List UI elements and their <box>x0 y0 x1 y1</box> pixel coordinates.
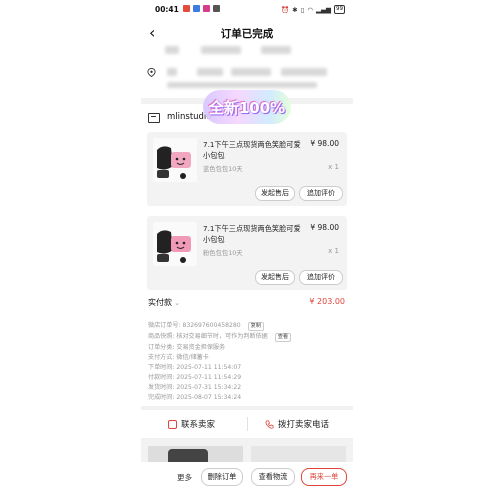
product-thumbnail <box>153 222 197 266</box>
order-time-line: 下单时间: 2025-07-11 11:54:07 <box>148 364 242 371</box>
status-time: 00:41 <box>155 5 179 14</box>
wifi-icon: ◠ <box>307 5 313 14</box>
phone-screen: 00:41 ⏰ ✱ ▯ ◠ ▂▄▆ 99 ‹ 订单已完成 mlinstudio … <box>141 0 353 492</box>
view-snapshot-button[interactable]: 查看 <box>274 333 292 342</box>
shop-order-card: mlinstudio 7.1下午三点现货两色笑脸可爱小包包 ¥ 98.00 蓝色… <box>141 104 353 292</box>
badge-text: 全新100% <box>208 98 286 117</box>
product-quantity: x 1 <box>328 247 339 255</box>
add-review-button[interactable]: 追加评价 <box>299 270 343 285</box>
product-spec: 粉色包包10天 <box>203 250 243 257</box>
order-info: 微店订单号: 8326976004582​80 复制 商品快照: 核对交易细节时… <box>141 314 353 406</box>
ship-time-line: 发货时间: 2025-07-31 15:34:22 <box>148 384 242 391</box>
brand-new-badge: 全新100% <box>203 90 291 124</box>
blurred-address-line <box>201 46 241 54</box>
app-notification-icon <box>183 5 190 12</box>
add-review-button[interactable]: 追加评价 <box>299 186 343 201</box>
order-number-line: 微店订单号: 8326976004582​80 复制 <box>148 320 264 331</box>
more-button[interactable]: 更多 <box>177 472 192 483</box>
app-notification-icon <box>193 5 200 12</box>
chevron-down-icon: ⌄ <box>172 299 181 307</box>
phone-icon <box>265 419 274 429</box>
battery-icon: 99 <box>334 5 345 14</box>
paid-amount: ¥ 203.00 <box>309 297 345 306</box>
blurred-recipient <box>281 68 327 76</box>
status-bar: 00:41 ⏰ ✱ ▯ ◠ ▂▄▆ 99 <box>141 0 353 20</box>
paid-label: 实付款 ⌄ <box>148 298 181 307</box>
alarm-icon: ⏰ <box>281 5 290 14</box>
location-pin-icon <box>147 68 156 77</box>
product-spec: 蓝色包包10天 <box>203 166 243 173</box>
delete-order-button[interactable]: 删除订单 <box>201 468 243 486</box>
blurred-address-line <box>261 46 291 54</box>
product-quantity: x 1 <box>328 163 339 171</box>
order-item[interactable]: 7.1下午三点现货两色笑脸可爱小包包 ¥ 98.00 蓝色包包10天 x 1 发… <box>147 132 347 206</box>
snapshot-line: 商品快照: 核对交易细节时，可作为判断依据 查看 <box>148 331 292 342</box>
product-price: ¥ 98.00 <box>310 223 339 232</box>
view-logistics-button[interactable]: 查看物流 <box>251 468 295 486</box>
reorder-button[interactable]: 再来一单 <box>301 468 347 486</box>
payment-row[interactable]: 实付款 ⌄ ¥ 203.00 <box>141 292 353 314</box>
payment-method-line: 支付方式: 微信/储蓄卡 <box>148 354 209 361</box>
app-notification-icon <box>203 5 210 12</box>
divider <box>247 417 248 431</box>
blurred-recipient <box>167 82 317 88</box>
app-notification-icon <box>213 5 220 12</box>
product-title: 7.1下午三点现货两色笑脸可爱小包包 <box>203 140 301 160</box>
signal-icon: ▂▄▆ <box>316 5 331 14</box>
system-icons: ⏰ ✱ ▯ ◠ ▂▄▆ 99 <box>281 5 345 14</box>
after-sale-button[interactable]: 发起售后 <box>255 270 295 285</box>
vibrate-icon: ▯ <box>300 5 305 14</box>
blurred-recipient <box>231 68 271 76</box>
call-seller-button[interactable]: 拨打卖家电话 <box>265 418 329 430</box>
blurred-recipient <box>167 68 177 76</box>
chat-icon <box>168 419 177 429</box>
bottom-action-bar: 更多 删除订单 查看物流 再来一单 <box>141 462 353 492</box>
notification-icons <box>183 5 220 12</box>
product-thumbnail <box>153 138 197 182</box>
after-sale-button[interactable]: 发起售后 <box>255 186 295 201</box>
bluetooth-icon: ✱ <box>292 5 298 14</box>
contact-seller-button[interactable]: 联系卖家 <box>168 418 215 430</box>
contact-bar: 联系卖家 拨打卖家电话 <box>141 410 353 438</box>
product-title: 7.1下午三点现货两色笑脸可爱小包包 <box>203 224 301 244</box>
blurred-address-line <box>165 46 179 54</box>
order-item[interactable]: 7.1下午三点现货两色笑脸可爱小包包 ¥ 98.00 粉色包包10天 x 1 发… <box>147 216 347 290</box>
pay-time-line: 付款时间: 2025-07-11 11:54:29 <box>148 374 242 381</box>
blurred-recipient <box>197 68 223 76</box>
copy-button[interactable]: 复制 <box>247 322 264 331</box>
shop-icon <box>148 113 160 123</box>
complete-time-line: 完成时间: 2025-08-07 15:34:24 <box>148 394 242 401</box>
order-category-line: 订单分类: 交易资金担保服务 <box>148 344 226 351</box>
nav-bar: ‹ 订单已完成 <box>141 20 353 46</box>
page-title: 订单已完成 <box>220 28 274 40</box>
product-price: ¥ 98.00 <box>310 139 339 148</box>
